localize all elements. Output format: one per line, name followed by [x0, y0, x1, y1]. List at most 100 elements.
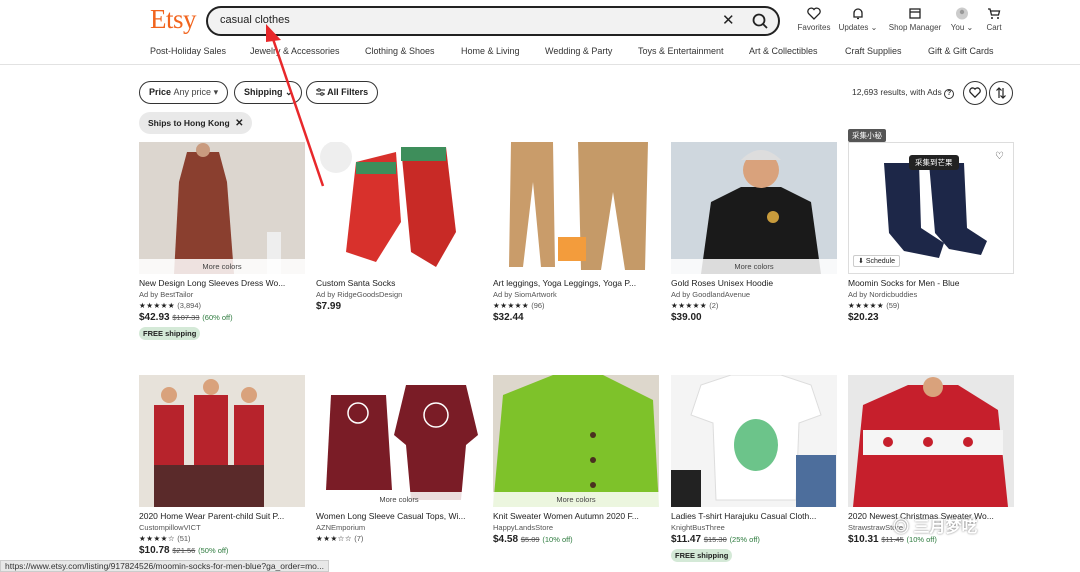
category-link[interactable]: Toys & Entertainment	[638, 46, 724, 56]
product-image[interactable]	[848, 375, 1014, 507]
category-link[interactable]: Gift & Gift Cards	[928, 46, 994, 56]
heart-icon	[807, 7, 821, 20]
price-filter-button[interactable]: Price Any price ▾	[139, 81, 229, 104]
category-link[interactable]: Wedding & Party	[545, 46, 612, 56]
price-value: $7.99	[316, 301, 342, 312]
product-image[interactable]	[139, 375, 305, 507]
avatar-icon	[956, 7, 968, 20]
save-to-collection-button[interactable]: 采集到芒果	[909, 155, 959, 170]
cart-label: Cart	[986, 23, 1002, 32]
rating: ★★★★★ (59)	[848, 301, 1014, 310]
review-count: (2)	[709, 301, 719, 310]
help-icon[interactable]: ?	[944, 89, 955, 99]
price: $42.93 $107.33 (60% off)	[139, 312, 305, 323]
product-image[interactable]: More colors	[671, 142, 837, 274]
stars: ★★★★★	[493, 301, 530, 310]
clear-search-icon[interactable]: ✕	[722, 11, 735, 29]
header-divider	[0, 64, 1080, 65]
category-link[interactable]: Jewelry & Accessories	[250, 46, 340, 56]
product-card[interactable]: Art leggings, Yoga Leggings, Yoga P... A…	[493, 142, 659, 323]
price-value: $4.58	[493, 534, 519, 545]
discount: (60% off)	[202, 313, 233, 322]
free-shipping-badge: FREE shipping	[671, 549, 733, 562]
save-search-button[interactable]	[963, 81, 987, 105]
price: $10.78 $21.56 (50% off)	[139, 545, 305, 556]
product-image[interactable]	[493, 142, 659, 274]
product-image[interactable]	[316, 142, 482, 274]
product-card[interactable]: More colors Women Long Sleeve Casual Top…	[316, 375, 482, 543]
product-title: Knit Sweater Women Autumn 2020 F...	[493, 511, 639, 521]
product-card[interactable]: 采集到芒果 ♡ ⬇ Schedule Moomin Socks for Men …	[848, 142, 1014, 323]
stars: ★★★★★	[671, 301, 708, 310]
product-card[interactable]: More colors New Design Long Sleeves Dres…	[139, 142, 305, 341]
results-text: 12,693 results, with Ads	[852, 87, 942, 97]
close-icon[interactable]: ✕	[235, 118, 243, 129]
product-card[interactable]: Custom Santa Socks Ad by RidgeGoodsDesig…	[316, 142, 482, 312]
shop-icon	[909, 8, 921, 19]
product-title: 2020 Home Wear Parent-child Suit P...	[139, 511, 285, 521]
shop-name: Ad by BestTailor	[139, 290, 194, 299]
more-colors-label: More colors	[316, 492, 482, 507]
search-button[interactable]	[746, 9, 774, 33]
results-count: 12,693 results, with Ads ?	[852, 87, 955, 99]
product-card[interactable]: Ladies T-shirt Harajuku Casual Cloth... …	[671, 375, 837, 563]
product-image[interactable]: More colors	[316, 375, 482, 507]
stars: ★★★★★	[139, 301, 176, 310]
search-bar[interactable]: casual clothes ✕	[206, 6, 780, 36]
ships-to-chip[interactable]: Ships to Hong Kong ✕	[139, 112, 253, 134]
product-title: Art leggings, Yoga Leggings, Yoga P...	[493, 278, 637, 288]
search-input[interactable]: casual clothes	[220, 14, 290, 26]
category-link[interactable]: Clothing & Shoes	[365, 46, 435, 56]
rating: ★★★★★ (3,894)	[139, 301, 305, 310]
all-filters-label: All Filters	[327, 87, 369, 97]
shop-manager-link[interactable]: Shop Manager	[886, 7, 944, 32]
category-link[interactable]: Post-Holiday Sales	[150, 46, 226, 56]
product-card[interactable]: More colors Knit Sweater Women Autumn 20…	[493, 375, 659, 545]
discount: (50% off)	[198, 546, 229, 555]
watermark-text: 三月梦呓	[913, 519, 978, 536]
etsy-logo[interactable]: Etsy	[150, 4, 197, 35]
price-value: $20.23	[848, 312, 879, 323]
category-link[interactable]: Art & Collectibles	[749, 46, 818, 56]
original-price: $21.56	[172, 546, 196, 555]
sort-icon	[996, 87, 1006, 99]
product-title: Gold Roses Unisex Hoodie	[671, 278, 774, 288]
product-card[interactable]: 2020 Home Wear Parent-child Suit P... Cu…	[139, 375, 305, 556]
favorites-label: Favorites	[797, 23, 831, 32]
price: $7.99	[316, 301, 482, 312]
collector-badge[interactable]: 采集小秘	[848, 129, 886, 142]
product-image[interactable]: More colors	[139, 142, 305, 274]
original-price: $5.09	[520, 535, 540, 544]
category-link[interactable]: Home & Living	[461, 46, 520, 56]
updates-link[interactable]: Updates ⌄	[834, 7, 882, 32]
sliders-icon	[316, 88, 325, 96]
price: $39.00	[671, 312, 837, 323]
review-count: (3,894)	[177, 301, 201, 310]
schedule-button[interactable]: ⬇ Schedule	[853, 255, 901, 267]
shop-name: Ad by SiomArtwork	[493, 290, 557, 299]
price-value: $11.47	[671, 534, 702, 545]
product-image[interactable]: 采集到芒果 ♡ ⬇ Schedule	[848, 142, 1014, 274]
category-link[interactable]: Craft Supplies	[845, 46, 902, 56]
price-filter-label: Price	[149, 87, 172, 97]
price-value: $10.78	[139, 545, 170, 556]
price: $4.58 $5.09 (10% off)	[493, 534, 659, 545]
cart-link[interactable]: Cart	[970, 7, 1018, 32]
favorite-heart-icon[interactable]: ♡	[995, 151, 1004, 162]
product-image[interactable]: More colors	[493, 375, 659, 507]
favorites-link[interactable]: Favorites	[790, 7, 838, 32]
stars: ★★★☆☆	[316, 534, 353, 543]
price-value: $42.93	[139, 312, 170, 323]
all-filters-button[interactable]: All Filters	[306, 81, 379, 104]
product-image[interactable]	[671, 375, 837, 507]
product-card[interactable]: More colors Gold Roses Unisex Hoodie Ad …	[671, 142, 837, 323]
shipping-filter-button[interactable]: Shipping ⌄	[234, 81, 302, 104]
stars: ★★★★☆	[139, 534, 176, 543]
price-value: $39.00	[671, 312, 702, 323]
more-colors-label: More colors	[493, 492, 659, 507]
sort-button[interactable]	[989, 81, 1013, 105]
product-title: Custom Santa Socks	[316, 278, 396, 288]
rating: ★★★★★ (2)	[671, 301, 837, 310]
original-price: $15.30	[703, 535, 727, 544]
product-title: Ladies T-shirt Harajuku Casual Cloth...	[671, 511, 817, 521]
